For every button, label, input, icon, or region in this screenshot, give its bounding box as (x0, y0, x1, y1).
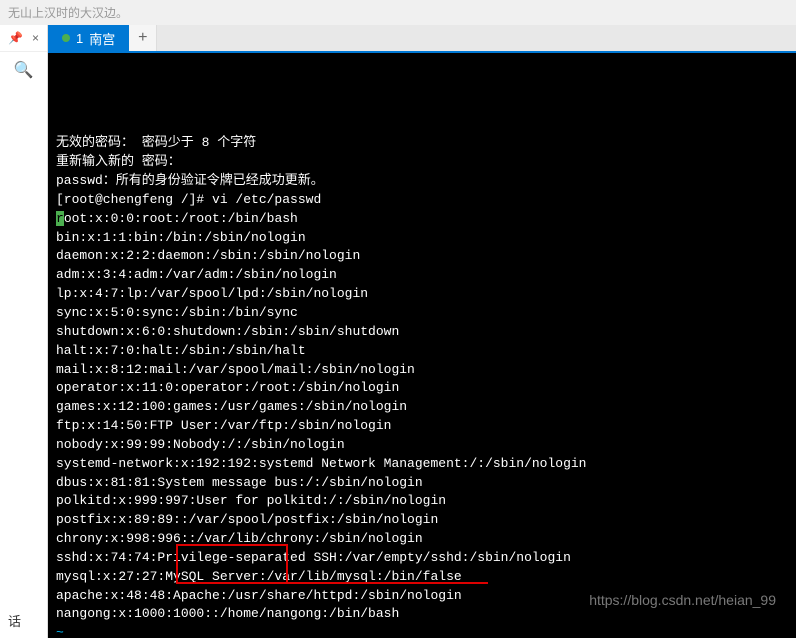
terminal-line: adm:x:3:4:adm:/var/adm:/sbin/nologin (56, 266, 788, 285)
tab-bar: 1 南宫 + (48, 25, 796, 53)
page-hint-text: 无山上汉时的大汉边。 (0, 0, 796, 25)
tab-label: 南宫 (89, 29, 115, 48)
watermark-text: https://blog.csdn.net/heian_99 (589, 590, 776, 610)
search-icon[interactable]: 🔍 (0, 52, 47, 88)
tab-index: 1 (76, 31, 83, 46)
terminal-line: mysql:x:27:27:MySQL Server:/var/lib/mysq… (56, 568, 788, 587)
terminal-line: games:x:12:100:games:/usr/games:/sbin/no… (56, 398, 788, 417)
terminal-line: postfix:x:89:89::/var/spool/postfix:/sbi… (56, 511, 788, 530)
pin-icon[interactable]: 📌 (8, 31, 23, 45)
sidebar-top-controls: 📌 × (0, 25, 47, 52)
terminal-line: ftp:x:14:50:FTP User:/var/ftp:/sbin/nolo… (56, 417, 788, 436)
main-container: 📌 × 🔍 话 1 南宫 + 无效的密码： 密码少于 8 个字符重新输入新的 密… (0, 25, 796, 638)
terminal-line: operator:x:11:0:operator:/root:/sbin/nol… (56, 379, 788, 398)
terminal-line: chrony:x:998:996::/var/lib/chrony:/sbin/… (56, 530, 788, 549)
status-dot-icon (62, 34, 70, 42)
terminal-line: halt:x:7:0:halt:/sbin:/sbin/halt (56, 342, 788, 361)
terminal-line: lp:x:4:7:lp:/var/spool/lpd:/sbin/nologin (56, 285, 788, 304)
terminal-line: dbus:x:81:81:System message bus:/:/sbin/… (56, 474, 788, 493)
terminal-line: nobody:x:99:99:Nobody:/:/sbin/nologin (56, 436, 788, 455)
terminal-line: passwd：所有的身份验证令牌已经成功更新。 (56, 172, 788, 191)
terminal-output[interactable]: 无效的密码： 密码少于 8 个字符重新输入新的 密码：passwd：所有的身份验… (48, 53, 796, 638)
terminal-line: shutdown:x:6:0:shutdown:/sbin:/sbin/shut… (56, 323, 788, 342)
terminal-line: [root@chengfeng /]# vi /etc/passwd (56, 191, 788, 210)
left-sidebar: 📌 × 🔍 话 (0, 25, 48, 638)
terminal-line: 重新输入新的 密码： (56, 153, 788, 172)
terminal-line: sshd:x:74:74:Privilege-separated SSH:/va… (56, 549, 788, 568)
tab-active[interactable]: 1 南宫 (48, 25, 129, 51)
terminal-line: root:x:0:0:root:/root:/bin/bash (56, 210, 788, 229)
terminal-line: polkitd:x:999:997:User for polkitd:/:/sb… (56, 492, 788, 511)
terminal-line: bin:x:1:1:bin:/bin:/sbin/nologin (56, 229, 788, 248)
tab-add-button[interactable]: + (129, 25, 157, 51)
terminal-line: sync:x:5:0:sync:/sbin:/bin/sync (56, 304, 788, 323)
terminal-line: daemon:x:2:2:daemon:/sbin:/sbin/nologin (56, 247, 788, 266)
terminal-line: systemd-network:x:192:192:systemd Networ… (56, 455, 788, 474)
close-icon[interactable]: × (32, 31, 39, 45)
terminal-tilde: ~ (56, 624, 788, 638)
terminal-line: mail:x:8:12:mail:/var/spool/mail:/sbin/n… (56, 361, 788, 380)
cursor-highlight: r (56, 211, 64, 226)
main-area: 1 南宫 + 无效的密码： 密码少于 8 个字符重新输入新的 密码：passwd… (48, 25, 796, 638)
terminal-line: 无效的密码： 密码少于 8 个字符 (56, 134, 788, 153)
